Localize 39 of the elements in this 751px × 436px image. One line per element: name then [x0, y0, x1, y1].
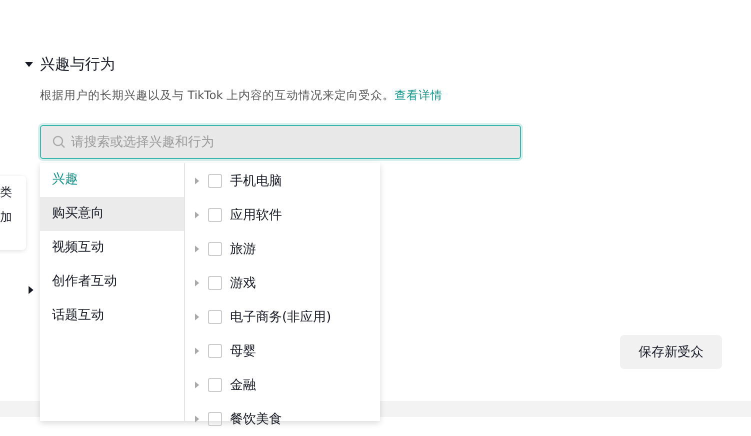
category-item[interactable]: 购买意向 — [40, 197, 184, 231]
expand-arrow-icon[interactable] — [195, 313, 200, 321]
checkbox[interactable] — [208, 242, 222, 256]
card-text: 类 — [0, 184, 13, 201]
checkbox[interactable] — [208, 344, 222, 358]
caret-icon[interactable] — [24, 59, 34, 69]
option-label[interactable]: 母婴 — [230, 342, 256, 360]
checkbox[interactable] — [208, 276, 222, 290]
caret-icon[interactable] — [27, 285, 35, 295]
expand-arrow-icon[interactable] — [195, 177, 200, 185]
option-label[interactable]: 游戏 — [230, 274, 256, 292]
option-label[interactable]: 电子商务(非应用) — [230, 308, 332, 326]
save-button[interactable]: 保存新受众 — [620, 335, 722, 369]
category-item[interactable]: 视频互动 — [40, 231, 184, 265]
expand-arrow-icon[interactable] — [195, 279, 200, 287]
option-label[interactable]: 旅游 — [230, 240, 256, 258]
option-label[interactable]: 手机电脑 — [230, 172, 282, 190]
search-icon — [52, 135, 66, 149]
checkbox[interactable] — [208, 412, 222, 426]
expand-arrow-icon[interactable] — [195, 245, 200, 253]
category-item[interactable]: 话题互动 — [40, 299, 184, 333]
option-label[interactable]: 应用软件 — [230, 206, 282, 224]
expand-arrow-icon[interactable] — [195, 381, 200, 389]
details-link[interactable]: 查看详情 — [394, 88, 443, 103]
option-label[interactable]: 餐饮美食 — [230, 410, 282, 428]
category-item[interactable]: 创作者互动 — [40, 265, 184, 299]
card-text: 加 — [0, 209, 13, 226]
option-label[interactable]: 金融 — [230, 376, 256, 394]
checkbox[interactable] — [208, 310, 222, 324]
checkbox[interactable] — [208, 208, 222, 222]
description-text: 根据用户的长期兴趣以及与 TikTok 上内容的互动情况来定向受众。 — [40, 88, 395, 103]
category-item[interactable]: 兴趣 — [40, 163, 184, 197]
section-title: 兴趣与行为 — [40, 54, 115, 74]
checkbox[interactable] — [208, 378, 222, 392]
expand-arrow-icon[interactable] — [195, 211, 200, 219]
expand-arrow-icon[interactable] — [195, 347, 200, 355]
search-field[interactable]: 请搜索或选择兴趣和行为 — [40, 125, 521, 159]
checkbox[interactable] — [208, 174, 222, 188]
expand-arrow-icon[interactable] — [195, 415, 200, 423]
